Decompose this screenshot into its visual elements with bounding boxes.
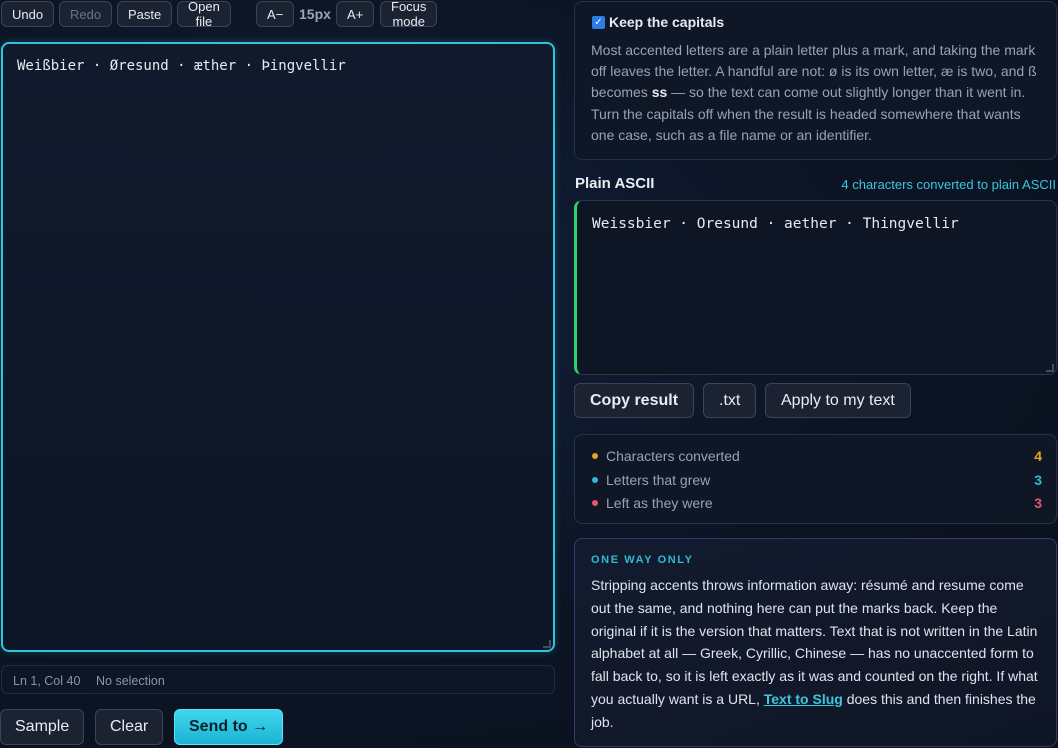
selection-status: No selection — [96, 674, 165, 688]
info-note-card: ONE WAY ONLY Stripping accents throws in… — [574, 538, 1057, 747]
download-txt-button[interactable]: .txt — [703, 383, 757, 418]
output-resize-handle[interactable] — [1046, 364, 1054, 372]
input-text[interactable]: Weißbier · Øresund · æther · Þingvellir — [17, 58, 346, 74]
output-text[interactable]: Weissbier · Oresund · aether · Thingvell… — [592, 216, 959, 232]
focus-mode-button[interactable]: Focus mode — [380, 0, 438, 29]
font-size-readout: 15px — [299, 6, 331, 22]
paste-button[interactable]: Paste — [117, 1, 173, 27]
output-count: 4 characters converted to plain ASCII — [841, 177, 1056, 192]
keep-capitals-label: Keep the capitals — [609, 14, 725, 30]
red-dot-icon — [592, 500, 598, 506]
text-to-slug-link[interactable]: Text to Slug — [764, 691, 843, 707]
resize-handle[interactable] — [543, 640, 551, 648]
clear-button[interactable]: Clear — [95, 709, 164, 745]
checkbox-checked-icon[interactable]: ✓ — [592, 15, 605, 29]
font-increase-button[interactable]: A+ — [336, 1, 375, 27]
output-title: Plain ASCII — [575, 175, 655, 192]
keep-capitals-description: Most accented letters are a plain letter… — [591, 42, 1037, 143]
note-body: Stripping accents throws information awa… — [591, 577, 1038, 730]
redo-button[interactable]: Redo — [59, 1, 113, 27]
stats-card: Characters converted 4 Letters that grew… — [574, 434, 1057, 524]
input-editor[interactable]: Weißbier · Øresund · æther · Þingvellir — [1, 42, 555, 652]
options-card: ✓ Keep the capitals Most accented letter… — [574, 1, 1057, 160]
sample-button[interactable]: Sample — [0, 709, 85, 745]
send-to-button[interactable]: Send to → — [174, 709, 284, 745]
output-box[interactable]: Weissbier · Oresund · aether · Thingvell… — [574, 200, 1057, 375]
editor-status-bar: Ln 1, Col 40 No selection — [1, 665, 555, 694]
keep-capitals-toggle[interactable]: ✓ Keep the capitals — [592, 14, 724, 30]
undo-button[interactable]: Undo — [1, 1, 55, 27]
cursor-position: Ln 1, Col 40 — [13, 674, 81, 688]
orange-dot-icon — [592, 453, 598, 459]
copy-result-button[interactable]: Copy result — [574, 383, 695, 418]
cyan-dot-icon — [592, 477, 598, 483]
note-heading: ONE WAY ONLY — [591, 554, 694, 566]
font-decrease-button[interactable]: A− — [256, 1, 295, 27]
open-file-button[interactable]: Open file — [177, 0, 231, 29]
apply-to-text-button[interactable]: Apply to my text — [765, 383, 911, 418]
